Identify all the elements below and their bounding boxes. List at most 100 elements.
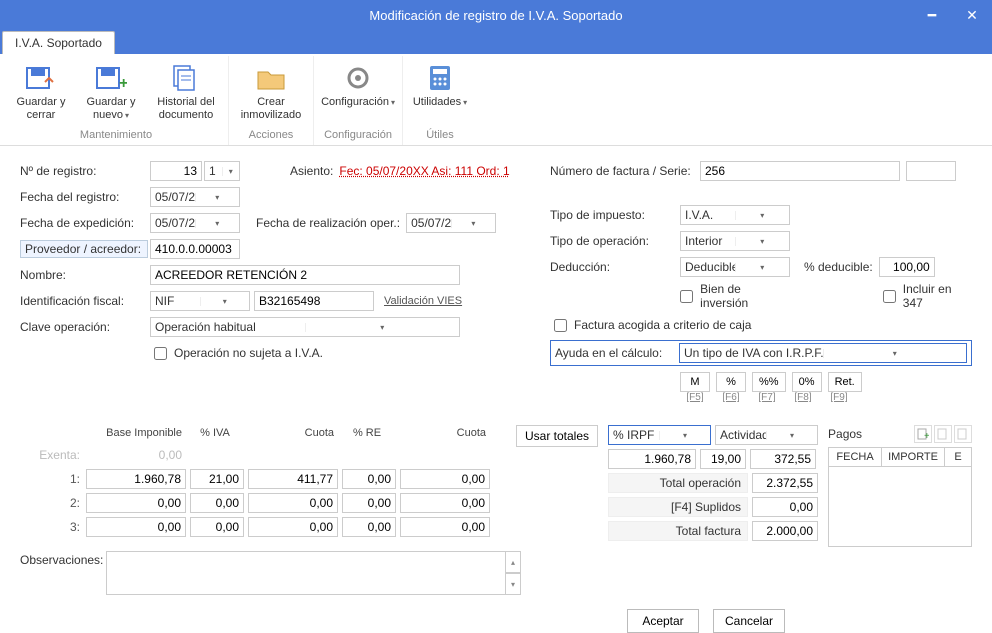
hdr-pct-iva: % IVA	[186, 425, 244, 441]
fecha-realizacion-input[interactable]: 05/07/20XX▾	[406, 213, 496, 233]
bien-inversion-checkbox[interactable]: Bien de inversión	[676, 282, 789, 310]
obs-spin-down[interactable]: ▾	[505, 573, 521, 595]
history-button[interactable]: Historial del documento	[150, 60, 222, 124]
utilities-button[interactable]: Utilidades▾	[409, 60, 471, 111]
row3-label: 3:	[20, 520, 86, 534]
asiento-label: Asiento:	[290, 164, 333, 178]
create-asset-label: Crear inmovilizado	[237, 96, 305, 122]
suplidos-value[interactable]	[752, 497, 818, 517]
calc-ret-button[interactable]: Ret.	[828, 372, 862, 392]
num-factura-label: Número de factura / Serie:	[550, 164, 700, 178]
tipo-operacion-label: Tipo de operación:	[550, 234, 680, 248]
pct-deducible-input[interactable]	[879, 257, 935, 277]
row2-label: 2:	[20, 496, 86, 510]
f9-hint: [F9]	[824, 392, 854, 403]
row2-cuota2[interactable]	[400, 493, 490, 513]
tipo-operacion-combo[interactable]: Interior▾	[680, 231, 790, 251]
tab-iva-soportado[interactable]: I.V.A. Soportado	[2, 31, 115, 54]
n-registro-seq-combo[interactable]: 1▾	[204, 161, 240, 181]
actividad-combo[interactable]: Actividad pro▾	[715, 425, 818, 445]
exenta-label: Exenta:	[20, 448, 86, 462]
n-registro-input[interactable]	[150, 161, 202, 181]
configuration-button[interactable]: Configuración▾	[320, 60, 396, 111]
minimize-button[interactable]: ━	[912, 0, 952, 30]
delete-payment-icon[interactable]	[954, 425, 972, 443]
total-factura-value[interactable]	[752, 521, 818, 541]
factura-caja-checkbox[interactable]: Factura acogida a criterio de caja	[550, 316, 751, 335]
proveedor-input[interactable]	[150, 239, 240, 259]
identificacion-tipo-combo[interactable]: NIF▾	[150, 291, 250, 311]
observaciones-label: Observaciones:	[20, 551, 106, 567]
hdr-cuota1: Cuota	[244, 425, 338, 441]
clave-operacion-combo[interactable]: Operación habitual▾	[150, 317, 460, 337]
deduccion-combo[interactable]: Deducible▾	[680, 257, 790, 277]
serie-input[interactable]	[906, 161, 956, 181]
row3-iva[interactable]	[190, 517, 244, 537]
calc-pctpct-button[interactable]: %%	[752, 372, 786, 392]
hdr-base: Base Imponible	[86, 425, 186, 441]
save-close-icon	[25, 62, 57, 94]
tipo-impuesto-combo[interactable]: I.V.A.▾	[680, 205, 790, 225]
validacion-vies-link[interactable]: Validación VIES	[384, 295, 462, 307]
fecha-expedicion-input[interactable]: 05/07/20XX▾	[150, 213, 240, 233]
total-factura-label: Total factura	[608, 521, 748, 541]
aceptar-button[interactable]: Aceptar	[627, 609, 699, 633]
op-no-sujeta-checkbox[interactable]: Operación no sujeta a I.V.A.	[150, 344, 323, 363]
observaciones-textarea[interactable]	[106, 551, 506, 595]
row1-base[interactable]	[86, 469, 186, 489]
history-label: Historial del documento	[152, 96, 220, 122]
row3-re[interactable]	[342, 517, 396, 537]
incluir-347-checkbox[interactable]: Incluir en 347	[879, 282, 972, 310]
identificacion-input[interactable]	[254, 291, 374, 311]
group-acciones-label: Acciones	[249, 127, 294, 145]
nombre-input[interactable]	[150, 265, 460, 285]
calc-m-button[interactable]: M	[680, 372, 710, 392]
calc-0pct-button[interactable]: 0%	[792, 372, 822, 392]
save-close-button[interactable]: Guardar y cerrar	[10, 60, 72, 124]
row2-cuota[interactable]	[248, 493, 338, 513]
f5-hint: [F5]	[680, 392, 710, 403]
hdr-cuota2: Cuota	[396, 425, 490, 441]
irpf-base[interactable]	[608, 449, 696, 469]
asiento-link[interactable]: Fec: 05/07/20XX Asi: 111 Ord: 1	[339, 164, 509, 178]
calc-pct-button[interactable]: %	[716, 372, 746, 392]
irpf-pct[interactable]	[700, 449, 746, 469]
add-payment-icon[interactable]: +	[914, 425, 932, 443]
usar-totales-button[interactable]: Usar totales	[516, 425, 598, 447]
edit-payment-icon[interactable]	[934, 425, 952, 443]
irpf-cuota[interactable]	[750, 449, 816, 469]
tipo-impuesto-label: Tipo de impuesto:	[550, 208, 680, 222]
obs-spin-up[interactable]: ▴	[505, 551, 521, 573]
num-factura-input[interactable]	[700, 161, 900, 181]
row1-iva[interactable]	[190, 469, 244, 489]
row2-iva[interactable]	[190, 493, 244, 513]
gear-icon	[342, 62, 374, 94]
group-utiles-label: Útiles	[426, 127, 454, 145]
ayuda-calculo-combo[interactable]: Un tipo de IVA con I.R.P.F.▾	[679, 343, 967, 363]
folder-icon	[255, 62, 287, 94]
pagos-col-e: E	[945, 448, 971, 466]
row2-base[interactable]	[86, 493, 186, 513]
row1-re[interactable]	[342, 469, 396, 489]
pct-irpf-combo[interactable]: % IRPF▾	[608, 425, 711, 445]
pagos-table[interactable]: FECHA IMPORTE E	[828, 447, 972, 547]
identificacion-label: Identificación fiscal:	[20, 294, 150, 308]
pct-deducible-label: % deducible:	[804, 260, 873, 274]
row3-cuota[interactable]	[248, 517, 338, 537]
row1-cuota[interactable]	[248, 469, 338, 489]
save-new-button[interactable]: + Guardar y nuevo▾	[80, 60, 142, 124]
fecha-registro-label: Fecha del registro:	[20, 190, 150, 204]
row3-cuota2[interactable]	[400, 517, 490, 537]
ayuda-calculo-label: Ayuda en el cálculo:	[555, 346, 679, 360]
row1-cuota2[interactable]	[400, 469, 490, 489]
row3-base[interactable]	[86, 517, 186, 537]
total-operacion-value[interactable]	[752, 473, 818, 493]
cancelar-button[interactable]: Cancelar	[713, 609, 785, 633]
suplidos-label[interactable]: [F4] Suplidos	[608, 497, 748, 517]
row2-re[interactable]	[342, 493, 396, 513]
fecha-registro-input[interactable]: 05/07/20XX▾	[150, 187, 240, 207]
close-button[interactable]: ✕	[952, 0, 992, 30]
group-mantenimiento-label: Mantenimiento	[80, 127, 152, 145]
proveedor-label: Proveedor / acreedor:	[20, 240, 148, 258]
create-asset-button[interactable]: Crear inmovilizado	[235, 60, 307, 124]
